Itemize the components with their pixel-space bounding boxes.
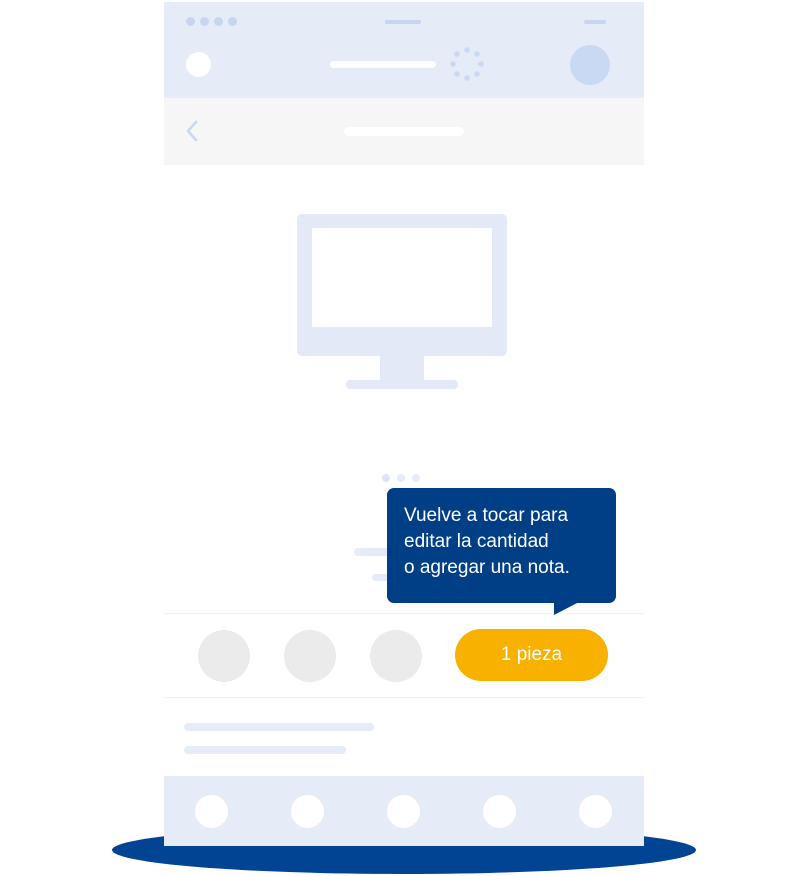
tab-item[interactable] [291, 795, 324, 828]
status-bar [164, 2, 644, 98]
option-button[interactable] [198, 630, 250, 682]
navigation-bar [164, 98, 644, 165]
pager-dot[interactable] [412, 474, 420, 482]
chevron-left-icon[interactable] [178, 116, 208, 146]
quantity-label: 1 pieza [500, 644, 563, 665]
phone-screen: 1 pieza Vuelve a tocar para editar la ca… [164, 2, 644, 846]
tooltip-line: Vuelve a tocar para [404, 505, 569, 526]
page-title-placeholder [344, 127, 464, 136]
tooltip-pointer [554, 602, 579, 615]
battery-placeholder [584, 20, 606, 24]
pager-dot[interactable] [382, 474, 390, 482]
tab-item[interactable] [195, 795, 228, 828]
status-time-placeholder [385, 20, 421, 24]
option-button[interactable] [370, 630, 422, 682]
signal-dot [200, 17, 209, 26]
signal-dot [228, 17, 237, 26]
signal-dot [214, 17, 223, 26]
tab-item[interactable] [579, 795, 612, 828]
divider [164, 697, 644, 698]
tab-bar [164, 776, 644, 846]
hint-tooltip: Vuelve a tocar para editar la cantidad o… [387, 488, 616, 615]
menu-button[interactable] [186, 52, 211, 77]
pager-dot[interactable] [397, 474, 405, 482]
image-pager [382, 474, 420, 482]
quantity-button[interactable]: 1 pieza [455, 629, 608, 681]
stage: 1 pieza Vuelve a tocar para editar la ca… [0, 0, 808, 876]
spinner-icon [450, 47, 484, 81]
tooltip-line: o agregar una nota. [404, 557, 570, 578]
tab-item[interactable] [483, 795, 516, 828]
option-button[interactable] [284, 630, 336, 682]
monitor-icon [297, 214, 507, 389]
signal-dot [186, 17, 195, 26]
app-title-placeholder [330, 61, 436, 68]
description-placeholder [184, 746, 346, 754]
description-placeholder [184, 723, 374, 731]
avatar[interactable] [570, 45, 610, 85]
tab-item[interactable] [387, 795, 420, 828]
tooltip-line: editar la cantidad [404, 531, 549, 552]
signal-dots [186, 17, 237, 26]
